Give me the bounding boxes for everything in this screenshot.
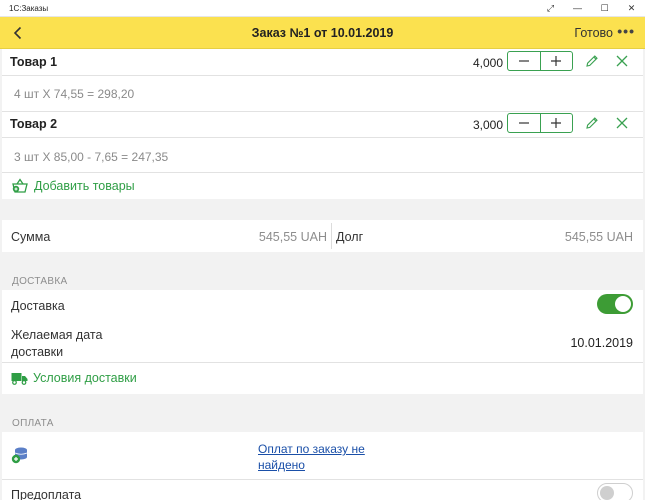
quantity-stepper xyxy=(507,113,573,133)
minus-icon xyxy=(518,60,529,62)
truck-icon xyxy=(11,372,28,385)
divider xyxy=(2,172,643,173)
minus-icon xyxy=(518,122,529,124)
minimize-button[interactable]: — xyxy=(564,0,591,17)
item-calculation: 3 шт X 85,00 - 7,65 = 247,35 xyxy=(14,150,169,164)
delivery-date-label-line2: доставки xyxy=(11,345,64,359)
close-window-button[interactable]: ✕ xyxy=(618,0,645,17)
coins-icon xyxy=(11,447,28,464)
delivery-date-label-line1: Желаемая дата xyxy=(11,328,103,342)
delivery-label: Доставка xyxy=(11,299,65,313)
item-title: Товар 2 xyxy=(10,117,58,131)
decrease-button[interactable] xyxy=(508,114,541,132)
payment-icon xyxy=(10,445,30,465)
divider xyxy=(2,75,643,76)
delivery-date-label: Желаемая дата доставки xyxy=(11,327,102,361)
payment-section-title: ОПЛАТА xyxy=(12,418,54,429)
add-goods-button[interactable]: Добавить товары xyxy=(11,178,135,194)
plus-icon xyxy=(551,118,562,128)
item-calculation: 4 шт X 74,55 = 298,20 xyxy=(14,87,135,101)
close-icon xyxy=(616,117,628,129)
sum-value: 545,55 UAH xyxy=(258,230,327,244)
debt-label: Долг xyxy=(336,230,364,244)
remove-item-button[interactable] xyxy=(613,52,631,70)
payments-link-line1: Оплат по заказу не xyxy=(258,442,365,456)
back-button[interactable] xyxy=(0,17,36,49)
window-titlebar: 1С:Заказы ⤢ — ☐ ✕ xyxy=(0,0,645,17)
chevron-left-icon xyxy=(13,26,22,39)
window-title: 1С:Заказы xyxy=(9,3,49,13)
increase-button[interactable] xyxy=(541,114,573,132)
divider xyxy=(2,111,643,112)
increase-button[interactable] xyxy=(541,52,573,70)
decrease-button[interactable] xyxy=(508,52,541,70)
divider xyxy=(2,479,643,480)
delivery-toggle[interactable] xyxy=(597,294,633,314)
page-title: Заказ №1 от 10.01.2019 xyxy=(251,25,394,40)
item-title: Товар 1 xyxy=(10,55,58,69)
more-menu-button[interactable]: ••• xyxy=(617,23,635,39)
sum-label: Сумма xyxy=(11,230,51,244)
close-icon xyxy=(616,55,628,67)
maximize-button[interactable]: ☐ xyxy=(591,0,618,17)
remove-item-button[interactable] xyxy=(613,114,631,132)
toggle-knob xyxy=(600,485,614,500)
prepayment-toggle[interactable] xyxy=(597,483,633,500)
toggle-knob xyxy=(615,296,631,312)
done-button[interactable]: Готово xyxy=(574,26,613,40)
fullscreen-button[interactable]: ⤢ xyxy=(537,0,564,17)
add-goods-label: Добавить товары xyxy=(34,179,135,193)
payments-link-line2: найдено xyxy=(258,458,305,472)
delivery-terms-label: Условия доставки xyxy=(33,371,137,385)
item-quantity: 3,000 xyxy=(472,118,503,132)
basket-add-icon xyxy=(12,178,28,193)
delivery-section-title: ДОСТАВКА xyxy=(12,276,68,287)
edit-item-button[interactable] xyxy=(583,114,601,132)
item-quantity: 4,000 xyxy=(472,56,503,70)
debt-value: 545,55 UAH xyxy=(564,230,633,244)
edit-item-button[interactable] xyxy=(583,52,601,70)
payments-link[interactable]: Оплат по заказу не найдено xyxy=(258,441,365,473)
pencil-icon xyxy=(586,55,598,67)
pencil-icon xyxy=(586,117,598,129)
app-header: Заказ №1 от 10.01.2019 Готово ••• xyxy=(0,17,645,49)
delivery-terms-button[interactable]: Условия доставки xyxy=(11,371,137,385)
prepayment-label: Предоплата xyxy=(11,488,82,500)
plus-icon xyxy=(551,56,562,66)
divider xyxy=(2,362,643,363)
delivery-date-value[interactable]: 10.01.2019 xyxy=(560,336,633,350)
quantity-stepper xyxy=(507,51,573,71)
divider xyxy=(2,137,643,138)
divider xyxy=(331,223,332,249)
